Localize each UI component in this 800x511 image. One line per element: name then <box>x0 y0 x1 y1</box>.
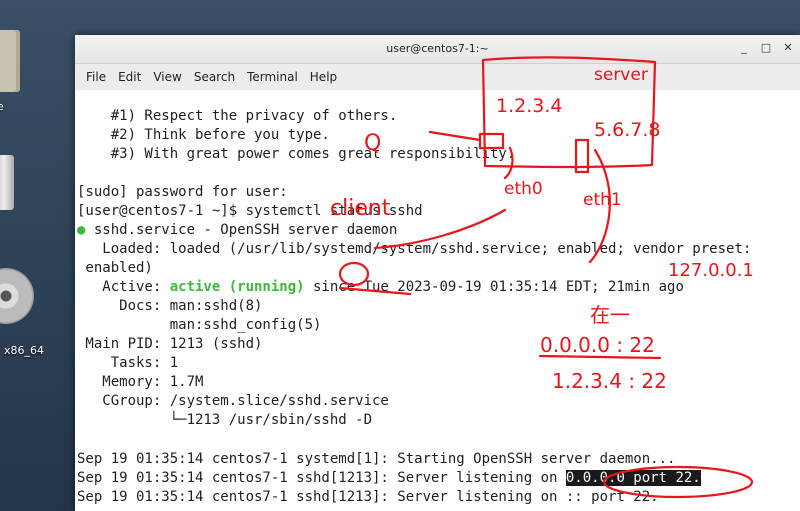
maximize-button[interactable]: □ <box>760 41 772 54</box>
active-state: active (running) <box>169 279 305 295</box>
terminal-line: [sudo] password for user: <box>77 184 288 200</box>
desktop-edge-label: e <box>0 100 4 113</box>
terminal-line: Main PID: 1213 (sshd) <box>77 336 263 352</box>
active-label: Active: <box>77 279 170 295</box>
terminal-line-service: ● sshd.service - OpenSSH server daemon <box>77 221 397 240</box>
terminal-line: └─1213 /usr/sbin/sshd -D <box>77 412 373 428</box>
terminal-line-active: Active: active (running) since Tue 2023-… <box>77 278 684 297</box>
disc-icon[interactable] <box>0 268 34 324</box>
menu-bar: File Edit View Search Terminal Help <box>75 64 800 91</box>
minimize-button[interactable]: _ <box>738 41 750 54</box>
menu-help[interactable]: Help <box>304 70 343 84</box>
terminal-line: CGroup: /system.slice/sshd.service <box>77 393 389 409</box>
title-bar[interactable]: user@centos7-1:~ _ □ ✕ <box>75 35 800 64</box>
terminal-line: man:sshd_config(5) <box>77 317 322 333</box>
terminal-line: Docs: man:sshd(8) <box>77 298 263 314</box>
listen-prefix: Sep 19 01:35:14 centos7-1 sshd[1213]: Se… <box>77 470 566 486</box>
menu-terminal[interactable]: Terminal <box>241 70 304 84</box>
window-title: user@centos7-1:~ <box>386 42 489 55</box>
terminal-line: #3) With great power comes great respons… <box>77 146 516 162</box>
menu-file[interactable]: File <box>80 70 112 84</box>
terminal-output[interactable]: #1) Respect the privacy of others. #2) T… <box>75 90 800 511</box>
terminal-window[interactable]: user@centos7-1:~ _ □ ✕ File Edit View Se… <box>75 35 800 511</box>
terminal-line: #2) Think before you type. <box>77 127 330 143</box>
listen-highlight: 0.0.0.0 port 22. <box>565 470 701 486</box>
terminal-line: #1) Respect the privacy of others. <box>77 108 398 124</box>
active-since: since Tue 2023-09-19 01:35:14 EDT; 21min… <box>304 279 684 295</box>
disc-label: x86_64 <box>4 344 45 357</box>
terminal-line: Sep 19 01:35:14 centos7-1 sshd[1213]: Se… <box>77 489 659 505</box>
terminal-line: enabled) <box>77 260 153 276</box>
close-button[interactable]: ✕ <box>782 41 794 54</box>
terminal-line: Loaded: loaded (/usr/lib/systemd/system/… <box>77 241 752 257</box>
menu-view[interactable]: View <box>147 70 187 84</box>
menu-edit[interactable]: Edit <box>112 70 147 84</box>
terminal-line: Sep 19 01:35:14 centos7-1 systemd[1]: St… <box>77 451 676 467</box>
menu-search[interactable]: Search <box>188 70 241 84</box>
terminal-line-listen: Sep 19 01:35:14 centos7-1 sshd[1213]: Se… <box>77 469 701 488</box>
terminal-line: Memory: 1.7M <box>77 374 204 390</box>
folder-icon[interactable] <box>0 30 20 92</box>
terminal-line: Tasks: 1 <box>77 355 179 371</box>
terminal-line: [user@centos7-1 ~]$ systemctl status ssh… <box>77 203 423 219</box>
trash-icon[interactable] <box>0 155 14 210</box>
service-name: sshd.service - OpenSSH server daemon <box>85 222 398 238</box>
